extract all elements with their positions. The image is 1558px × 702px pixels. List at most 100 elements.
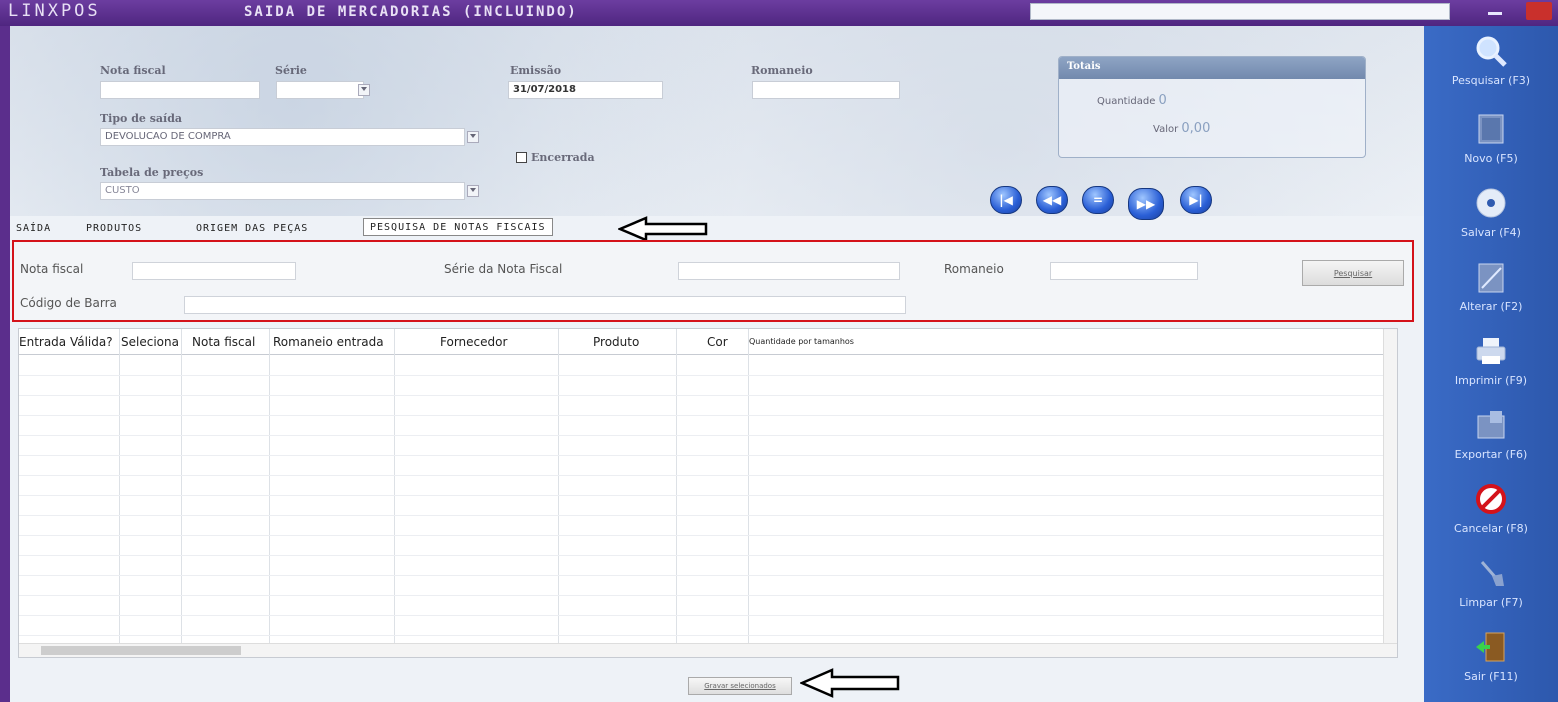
- title-search-field[interactable]: [1030, 3, 1450, 20]
- chevron-down-icon[interactable]: [467, 185, 479, 197]
- row-divider: [19, 475, 1387, 476]
- title-bar: LINXPOS SAIDA DE MERCADORIAS (INCLUINDO): [0, 0, 1558, 26]
- vertical-scrollbar[interactable]: [1383, 329, 1397, 645]
- equals-icon: =: [1092, 193, 1104, 207]
- row-divider: [19, 495, 1387, 496]
- sair-label: Sair (F11): [1464, 670, 1518, 683]
- pointer-arrow-icon: [800, 668, 900, 698]
- search-nota-fiscal-field[interactable]: [132, 262, 296, 280]
- fast-forward-icon: ▶▶: [1136, 197, 1156, 211]
- salvar-toolbar-button[interactable]: Salvar (F4): [1424, 182, 1558, 252]
- cancel-icon: [1476, 484, 1506, 514]
- limpar-toolbar-button[interactable]: Limpar (F7): [1424, 552, 1558, 622]
- magnifier-icon: [1476, 36, 1507, 67]
- action-toolbar: Pesquisar (F3) Novo (F5) Salvar (F4) Alt…: [1424, 26, 1558, 702]
- imprimir-label: Imprimir (F9): [1454, 374, 1528, 387]
- search-codigo-barra-field[interactable]: [184, 296, 906, 314]
- column-header[interactable]: Romaneio entrada: [273, 335, 384, 349]
- column-divider: [558, 329, 559, 649]
- horizontal-scrollbar[interactable]: [19, 643, 1397, 657]
- header-form: Nota fiscal Série Emissão 31/07/2018 Rom…: [10, 26, 1424, 220]
- nota-fiscal-field[interactable]: [100, 81, 260, 99]
- column-divider: [394, 329, 395, 649]
- search-serie-label: Série da Nota Fiscal: [444, 262, 563, 276]
- row-divider: [19, 435, 1387, 436]
- grid-header: Entrada Válida? Seleciona Nota fiscal Ro…: [19, 329, 1387, 355]
- row-divider: [19, 515, 1387, 516]
- column-divider: [676, 329, 677, 649]
- serie-select[interactable]: [276, 81, 364, 99]
- nav-first-button[interactable]: |◀: [990, 186, 1022, 214]
- encerrada-checkbox[interactable]: [516, 152, 527, 163]
- pesquisar-toolbar-button[interactable]: Pesquisar (F3): [1424, 30, 1558, 100]
- edit-icon: [1478, 263, 1504, 293]
- gravar-selecionados-button[interactable]: Gravar selecionados: [688, 677, 792, 695]
- romaneio-field[interactable]: [752, 81, 900, 99]
- romaneio-label: Romaneio: [751, 64, 813, 77]
- column-header[interactable]: Entrada Válida?: [19, 335, 113, 349]
- search-panel: Nota fiscal Série da Nota Fiscal Romanei…: [12, 240, 1414, 322]
- cancelar-toolbar-button[interactable]: Cancelar (F8): [1424, 478, 1558, 548]
- column-header[interactable]: Fornecedor: [440, 335, 507, 349]
- alterar-toolbar-button[interactable]: Alterar (F2): [1424, 256, 1558, 326]
- chevron-down-icon[interactable]: [467, 131, 479, 143]
- exportar-toolbar-button[interactable]: Exportar (F6): [1424, 404, 1558, 474]
- search-nota-fiscal-label: Nota fiscal: [20, 262, 84, 276]
- window-title: SAIDA DE MERCADORIAS (INCLUINDO): [244, 4, 578, 20]
- tab-saida[interactable]: SAÍDA: [10, 220, 57, 238]
- column-header[interactable]: Cor: [707, 335, 728, 349]
- row-divider: [19, 415, 1387, 416]
- imprimir-toolbar-button[interactable]: Imprimir (F9): [1424, 330, 1558, 400]
- sair-toolbar-button[interactable]: Sair (F11): [1424, 626, 1558, 696]
- novo-label: Novo (F5): [1464, 152, 1518, 165]
- quantidade-label: Quantidade: [1097, 96, 1156, 107]
- limpar-label: Limpar (F7): [1459, 596, 1523, 609]
- tipo-saida-select[interactable]: DEVOLUCAO DE COMPRA: [100, 128, 465, 146]
- search-romaneio-field[interactable]: [1050, 262, 1198, 280]
- row-divider: [19, 535, 1387, 536]
- column-header[interactable]: Nota fiscal: [192, 335, 255, 349]
- nav-previous-button[interactable]: ◀◀: [1036, 186, 1068, 214]
- nav-last-button[interactable]: ▶|: [1180, 186, 1212, 214]
- printer-icon: [1476, 338, 1506, 364]
- cancelar-label: Cancelar (F8): [1454, 522, 1528, 535]
- minimize-button[interactable]: [1486, 3, 1504, 17]
- column-divider: [119, 329, 120, 649]
- column-header[interactable]: Quantidade por tamanhos: [749, 337, 854, 346]
- pesquisar-label: Pesquisar (F3): [1451, 74, 1531, 87]
- quantidade-value: 0: [1158, 93, 1167, 108]
- scrollbar-thumb[interactable]: [41, 646, 241, 655]
- totals-title: Totais: [1059, 57, 1365, 79]
- emissao-field[interactable]: 31/07/2018: [508, 81, 663, 99]
- valor-value: 0,00: [1181, 121, 1211, 136]
- chevron-down-icon[interactable]: [358, 84, 370, 96]
- row-divider: [19, 395, 1387, 396]
- pointer-arrow-icon: [618, 216, 708, 242]
- column-header[interactable]: Produto: [593, 335, 639, 349]
- novo-toolbar-button[interactable]: Novo (F5): [1424, 108, 1558, 178]
- column-divider: [748, 329, 749, 649]
- search-romaneio-label: Romaneio: [944, 262, 1004, 276]
- row-divider: [19, 615, 1387, 616]
- tab-pesquisa-notas-fiscais[interactable]: PESQUISA DE NOTAS FISCAIS: [363, 218, 553, 236]
- search-serie-field[interactable]: [678, 262, 900, 280]
- valor-label: Valor: [1153, 124, 1179, 135]
- pesquisar-button[interactable]: Pesquisar: [1302, 260, 1404, 286]
- encerrada-label: Encerrada: [531, 151, 595, 164]
- skip-back-icon: |◀: [999, 193, 1013, 207]
- rewind-icon: ◀◀: [1042, 193, 1062, 207]
- tabela-precos-label: Tabela de preços: [100, 166, 204, 179]
- search-codigo-barra-label: Código de Barra: [20, 296, 117, 310]
- close-button[interactable]: [1526, 2, 1552, 20]
- tipo-saida-label: Tipo de saída: [100, 112, 183, 125]
- column-header[interactable]: Seleciona: [121, 335, 179, 349]
- app-name: LINXPOS: [8, 1, 101, 21]
- nav-current-button[interactable]: =: [1082, 186, 1114, 214]
- nav-next-button[interactable]: ▶▶: [1128, 188, 1164, 220]
- tab-origem-pecas[interactable]: ORIGEM DAS PEÇAS: [190, 220, 314, 238]
- results-grid[interactable]: Entrada Válida? Seleciona Nota fiscal Ro…: [18, 328, 1398, 658]
- tab-produtos[interactable]: PRODUTOS: [80, 220, 148, 238]
- row-divider: [19, 575, 1387, 576]
- main-window: Nota fiscal Série Emissão 31/07/2018 Rom…: [10, 26, 1424, 702]
- tabela-precos-select[interactable]: CUSTO: [100, 182, 465, 200]
